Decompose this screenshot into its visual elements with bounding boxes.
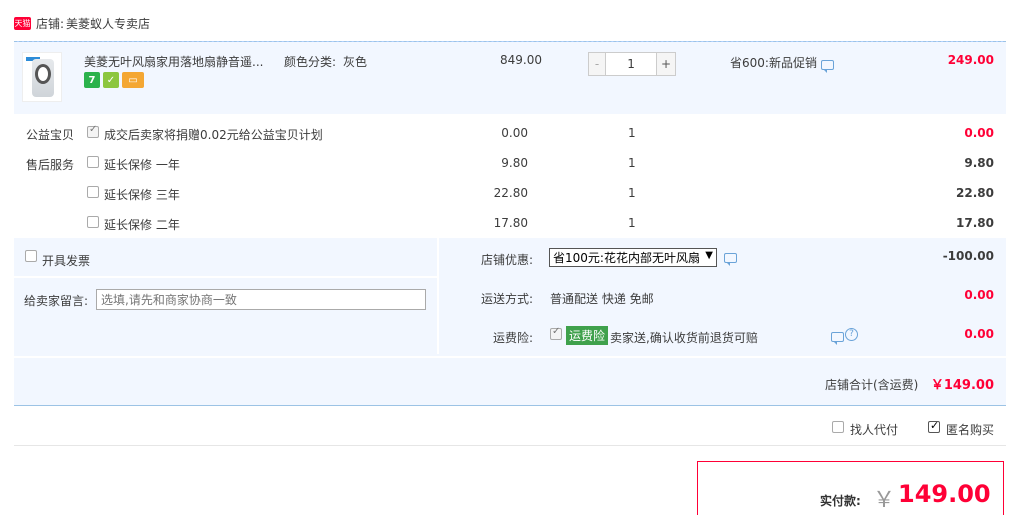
qty-input[interactable] — [606, 53, 657, 75]
item-total: 249.00 — [947, 53, 994, 67]
discount-label: 店铺优惠: — [480, 253, 533, 267]
charity-qty: 1 — [628, 126, 636, 140]
shop-header: 天猫 店铺: 美菱蚁人专卖店 — [14, 10, 150, 36]
chat-icon[interactable] — [821, 59, 834, 73]
message-label: 给卖家留言: — [24, 294, 89, 308]
payment-summary: 实付款: ￥ 149.00 — [697, 461, 1004, 515]
qty-minus-button[interactable]: - — [589, 53, 607, 75]
warranty-qty: 1 — [628, 156, 636, 170]
7-day-return-icon[interactable]: 7 — [84, 72, 100, 88]
charity-title: 公益宝贝 — [26, 128, 75, 142]
product-thumbnail[interactable] — [22, 52, 62, 102]
dropdown-arrow-icon: ▼ — [705, 250, 713, 261]
order-options-panel: 开具发票 给卖家留言: 店铺优惠: 省100元:花花内部无叶风扇 ▼ -100.… — [14, 238, 1006, 406]
charity-desc: 成交后卖家将捐赠0.02元给公益宝贝计划 — [104, 128, 323, 142]
charity-total: 0.00 — [964, 126, 994, 140]
agent-pay-checkbox[interactable] — [832, 421, 844, 433]
quantity-stepper: - + — [588, 52, 676, 76]
shipping-total: 0.00 — [964, 288, 994, 302]
invoice-row: 开具发票 — [14, 238, 437, 278]
charity-checkbox[interactable] — [87, 124, 99, 138]
left-column: 开具发票 给卖家留言: — [14, 238, 437, 354]
shipping-label: 运送方式: — [480, 292, 533, 306]
item-row: 美菱无叶风扇家用落地扇静音遥... 颜色分类: 灰色 7 ✓ ▭ 849.00 … — [14, 42, 1006, 114]
discount-total: -100.00 — [942, 249, 994, 263]
insurance-label: 运费险: — [492, 331, 533, 345]
warranty-3y-checkbox[interactable] — [87, 186, 99, 198]
payment-total: 149.00 — [898, 480, 991, 508]
message-row: 给卖家留言: — [14, 280, 437, 320]
spec-label: 颜色分类: — [284, 55, 337, 69]
discount-select[interactable]: 省100元:花花内部无叶风扇 ▼ — [549, 248, 717, 267]
warranty-1y-checkbox[interactable] — [87, 156, 99, 168]
product-title-link[interactable]: 美菱无叶风扇家用落地扇静音遥... — [84, 53, 274, 70]
warranty-total: 22.80 — [956, 186, 994, 200]
shipping-row: 运送方式: 普通配送 快递 免邮 0.00 — [439, 277, 1006, 316]
credit-card-icon[interactable]: ▭ — [122, 72, 144, 88]
warranty-price: 9.80 — [501, 156, 528, 170]
tmall-icon: 天猫 — [14, 16, 31, 30]
warranty-desc: 延长保修 三年 — [104, 188, 180, 202]
payment-label: 实付款: — [820, 494, 861, 508]
right-column: 店铺优惠: 省100元:花花内部无叶风扇 ▼ -100.00 运送方式: 普通配… — [439, 238, 1006, 354]
warranty-price: 22.80 — [493, 186, 528, 200]
warranty-desc: 延长保修 二年 — [104, 218, 180, 232]
seller-message-input[interactable] — [96, 289, 426, 310]
chat-icon[interactable] — [831, 332, 844, 345]
warranty-qty: 1 — [628, 216, 636, 230]
purchase-options: 找人代付 匿名购买 — [14, 408, 1006, 446]
shop-name-link[interactable]: 美菱蚁人专卖店 — [66, 15, 150, 32]
help-icon[interactable]: ? — [845, 328, 858, 341]
warranty-desc: 延长保修 一年 — [104, 158, 180, 172]
invoice-checkbox[interactable] — [25, 250, 37, 262]
order-block: 美菱无叶风扇家用落地扇静音遥... 颜色分类: 灰色 7 ✓ ▭ 849.00 … — [14, 42, 1006, 238]
anonymous-label[interactable]: 匿名购买 — [946, 421, 994, 438]
shop-label: 店铺: — [36, 16, 65, 31]
chat-icon[interactable] — [724, 253, 737, 266]
subtotal-label: 店铺合计(含运费) — [825, 378, 919, 392]
warranty-price: 17.80 — [493, 216, 528, 230]
discount-selected: 省100元:花花内部无叶风扇 — [553, 251, 700, 265]
insurance-checkbox[interactable] — [550, 326, 562, 340]
charity-price: 0.00 — [501, 126, 528, 140]
shipping-value: 普通配送 快递 免邮 — [550, 292, 654, 306]
aftersale-title: 售后服务 — [26, 158, 75, 172]
promo-text: 省600:新品促销 — [730, 56, 817, 70]
warranty-row: 售后服务 延长保修 一年 9.80 1 9.80 — [14, 148, 1006, 178]
anonymous-checkbox[interactable] — [928, 419, 940, 433]
invoice-label[interactable]: 开具发票 — [42, 252, 90, 269]
warranty-2y-checkbox[interactable] — [87, 216, 99, 228]
qty-plus-button[interactable]: + — [656, 53, 675, 75]
insurance-row: 运费险: 运费险 卖家送,确认收货前退货可赔 ? 0.00 — [439, 316, 1006, 355]
warranty-row: 延长保修 二年 17.80 1 17.80 — [14, 208, 1006, 238]
discount-row: 店铺优惠: 省100元:花花内部无叶风扇 ▼ -100.00 — [439, 238, 1006, 277]
warranty-total: 9.80 — [964, 156, 994, 170]
warranty-row: 延长保修 三年 22.80 1 22.80 — [14, 178, 1006, 208]
service-icons: 7 ✓ ▭ — [84, 72, 144, 88]
currency-symbol: ￥ — [873, 488, 896, 513]
insurance-badge: 运费险 — [566, 326, 609, 345]
insurance-total: 0.00 — [964, 327, 994, 341]
unit-price: 849.00 — [500, 53, 542, 67]
agent-pay-label[interactable]: 找人代付 — [850, 421, 898, 438]
warranty-total: 17.80 — [956, 216, 994, 230]
spec-value: 灰色 — [343, 55, 368, 69]
warranty-qty: 1 — [628, 186, 636, 200]
subtotal-row: 店铺合计(含运费) ￥149.00 — [14, 356, 1006, 406]
charity-row: 公益宝贝 成交后卖家将捐赠0.02元给公益宝贝计划 0.00 1 0.00 — [14, 118, 1006, 148]
subtotal-value: ￥149.00 — [930, 378, 994, 393]
insurance-desc: 卖家送,确认收货前退货可赔 — [610, 331, 758, 345]
authentic-icon[interactable]: ✓ — [103, 72, 119, 88]
